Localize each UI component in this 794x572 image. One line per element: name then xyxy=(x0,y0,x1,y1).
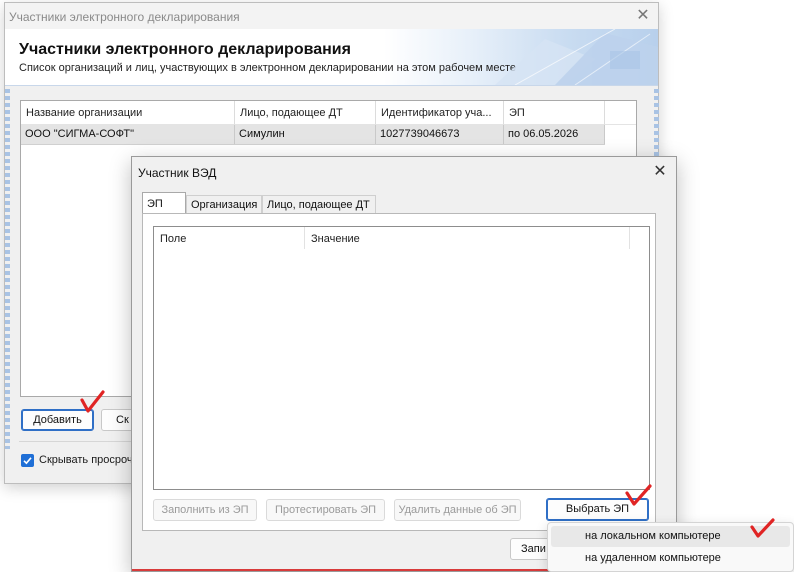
annotation-check-icon xyxy=(625,484,652,506)
cell-declarant: Симулин xyxy=(235,125,376,144)
menu-item-remote-computer[interactable]: на удаленном компьютере xyxy=(551,548,790,569)
choose-ep-menu: на локальном компьютере на удаленном ком… xyxy=(547,518,794,572)
table-row[interactable]: ООО "СИГМА-СОФТ" Симулин 1027739046673 п… xyxy=(21,125,605,145)
annotation-check-icon xyxy=(80,390,105,413)
column-header-filler xyxy=(605,101,636,125)
header-decoration-image xyxy=(495,29,658,85)
main-header-banner: Участники электронного декларирования Сп… xyxy=(5,29,658,86)
cell-identifier: 1027739046673 xyxy=(376,125,504,144)
page-subtitle: Список организаций и лиц, участвующих в … xyxy=(19,62,516,74)
test-ep-button[interactable]: Протестировать ЭП xyxy=(266,499,385,521)
column-header-declarant[interactable]: Лицо, подающее ДТ xyxy=(235,101,376,125)
column-header-value[interactable]: Значение xyxy=(305,227,630,249)
column-header-field[interactable]: Поле xyxy=(154,227,305,249)
hide-expired-label: Скрывать просроче xyxy=(39,454,139,466)
tab-organization[interactable]: Организация xyxy=(186,195,262,214)
column-header-identifier[interactable]: Идентификатор уча... xyxy=(376,101,504,125)
hide-expired-checkbox[interactable] xyxy=(21,454,34,467)
cell-org-name: ООО "СИГМА-СОФТ" xyxy=(21,125,235,144)
participant-dialog: Участник ВЭД ✕ ЭП Организация Лицо, пода… xyxy=(131,156,677,572)
right-dotted-border xyxy=(654,89,659,159)
dialog-title: Участник ВЭД xyxy=(138,166,217,180)
tab-ep[interactable]: ЭП xyxy=(142,192,186,214)
close-icon[interactable]: ✕ xyxy=(634,7,652,25)
delete-ep-data-button[interactable]: Удалить данные об ЭП xyxy=(394,499,521,521)
column-header-org-name[interactable]: Название организации xyxy=(21,101,235,125)
cell-ep: по 06.05.2026 xyxy=(504,125,605,144)
annotation-check-icon xyxy=(750,518,775,538)
close-icon[interactable]: ✕ xyxy=(650,162,670,182)
main-titlebar[interactable]: Участники электронного декларирования ✕ xyxy=(5,3,658,29)
tab-panel-ep: Поле Значение xyxy=(142,213,656,531)
divider xyxy=(19,441,141,442)
main-window-title: Участники электронного декларирования xyxy=(9,10,240,24)
left-dotted-border xyxy=(5,89,10,449)
tab-declarant[interactable]: Лицо, подающее ДТ xyxy=(262,195,376,214)
fill-from-ep-button[interactable]: Заполнить из ЭП xyxy=(153,499,257,521)
column-header-ep[interactable]: ЭП xyxy=(504,101,605,125)
page-title: Участники электронного декларирования xyxy=(19,41,351,58)
ep-fields-table[interactable]: Поле Значение xyxy=(153,226,650,490)
checkmark-icon xyxy=(23,457,32,465)
